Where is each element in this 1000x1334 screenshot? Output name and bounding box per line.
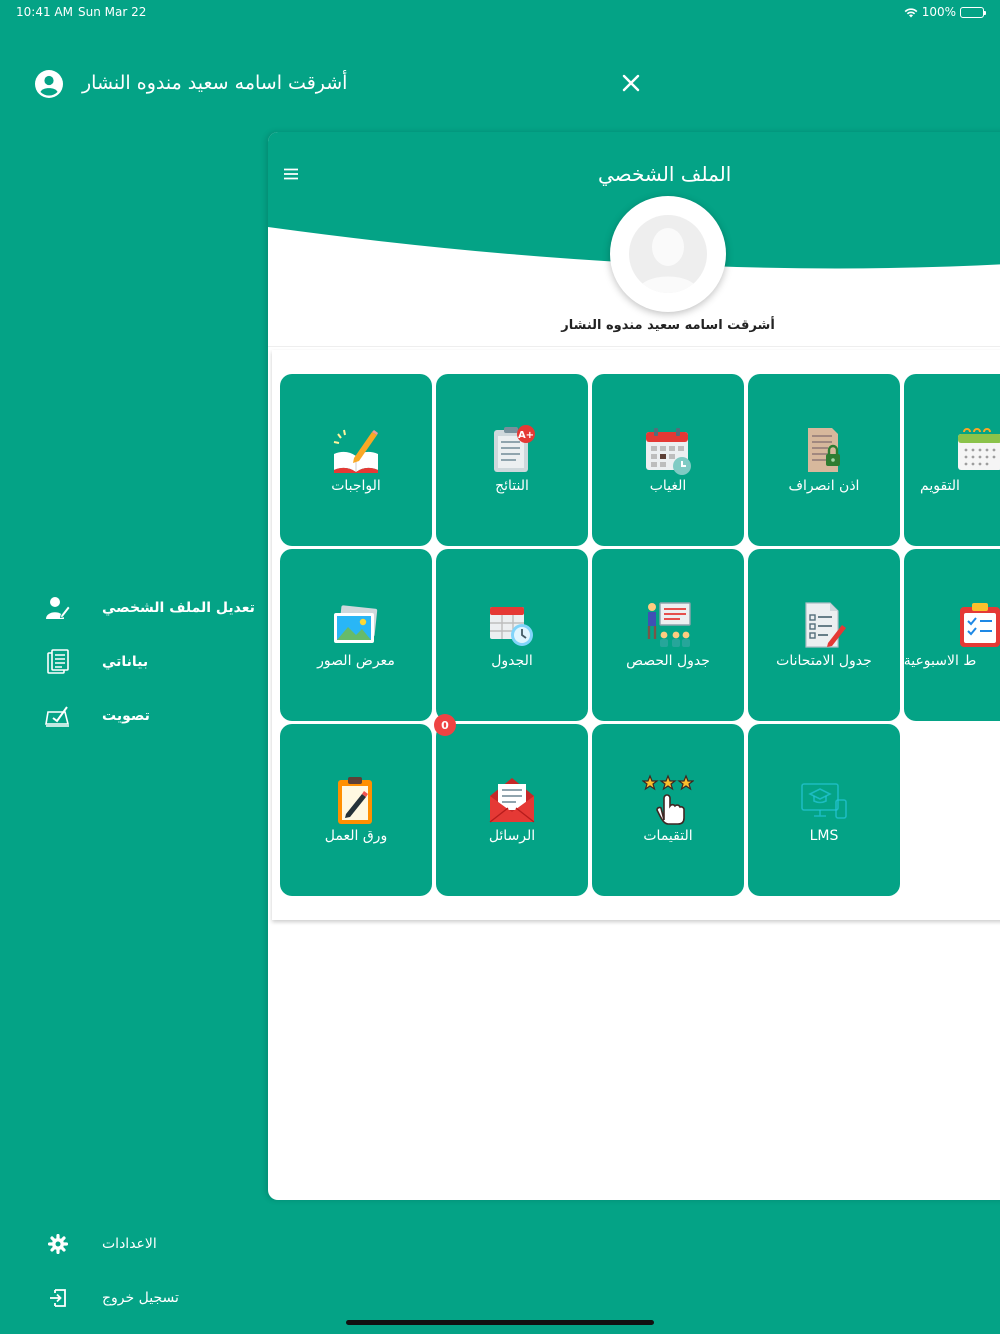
status-bar: 10:41 AM Sun Mar 22 100% [0, 0, 1000, 24]
menu-item-label: تصويت [102, 708, 150, 724]
tile-ratings[interactable]: التقيمات [592, 724, 744, 896]
gear-icon [44, 1230, 72, 1258]
divider [268, 346, 1000, 347]
tile-label: معرض الصور [317, 653, 395, 669]
page-title: الملف الشخصي [598, 162, 732, 186]
data-sheet-icon [44, 648, 72, 676]
battery-icon [960, 6, 986, 18]
status-time: 10:41 AM [16, 5, 73, 19]
tile-class-schedule[interactable]: جدول الحصص [592, 549, 744, 721]
drawer-header: أشرقت اسامه سعيد مندوه النشار [30, 60, 650, 110]
menu-item-settings[interactable]: الاعدادات [44, 1226, 264, 1262]
menu-item-label: تعديل الملف الشخصي [102, 600, 255, 616]
close-icon[interactable] [620, 72, 642, 94]
battery-percent: 100% [921, 5, 956, 19]
tile-label: الجدول [491, 653, 533, 669]
tile-lms[interactable]: LMS [748, 724, 900, 896]
wifi-icon [904, 7, 918, 17]
worksheet-icon [338, 777, 372, 824]
tile-label: ورق العمل [324, 828, 388, 844]
tile-label: التقويم [920, 478, 960, 494]
tile-label: الغياب [649, 478, 687, 494]
hamburger-menu-icon[interactable] [284, 168, 298, 180]
tile-photo-gallery[interactable]: معرض الصور [280, 549, 432, 721]
menu-item-vote[interactable]: تصويت [44, 698, 264, 734]
menu-item-label: تسجيل خروج [102, 1290, 179, 1306]
tile-exam-schedule[interactable]: جدول الامتحانات [748, 549, 900, 721]
tile-label: الرسائل [488, 828, 536, 844]
unread-count-badge: 0 [434, 714, 456, 736]
tile-results[interactable]: A+ النتائج [436, 374, 588, 546]
user-circle-icon [35, 70, 63, 98]
homework-icon [333, 429, 378, 473]
user-edit-icon [44, 594, 72, 622]
tile-leave-permission[interactable]: اذن انصراف [748, 374, 900, 546]
profile-name: أشرقت اسامه سعيد مندوه النشار [561, 318, 775, 333]
profile-screen: الملف الشخصي أشرقت اسامه سعيد مندوه النش… [268, 132, 1000, 1200]
svg-text:A+: A+ [518, 430, 534, 441]
menu-item-label: الاعدادات [102, 1236, 157, 1252]
messages-icon [489, 778, 535, 823]
tile-schedule[interactable]: الجدول [436, 549, 588, 721]
absence-calendar-icon [646, 428, 691, 475]
avatar[interactable] [610, 196, 726, 312]
vote-icon [44, 702, 72, 730]
tile-label: ط الاسبوعية [903, 653, 977, 669]
menu-item-label: بياناتي [102, 654, 149, 670]
tile-homework[interactable]: الواجبات [280, 374, 432, 546]
ratings-icon [642, 774, 694, 825]
avatar-placeholder-icon [637, 228, 699, 293]
drawer-user-name: أشرقت اسامه سعيد مندوه النشار [82, 72, 348, 94]
photo-gallery-icon [334, 605, 378, 643]
tile-label: LMS [809, 828, 839, 844]
results-icon: A+ [494, 425, 535, 472]
tile-label: النتائج [495, 478, 529, 494]
exam-schedule-icon [805, 602, 846, 648]
leave-permission-icon [808, 428, 840, 472]
status-date: Sun Mar 22 [78, 5, 147, 19]
schedule-icon [490, 607, 533, 646]
menu-item-logout[interactable]: تسجيل خروج [44, 1280, 264, 1316]
tile-calendar[interactable]: التقويم [904, 374, 1000, 546]
menu-item-my-data[interactable]: بياناتي [44, 644, 264, 680]
tile-absence[interactable]: الغياب [592, 374, 744, 546]
tile-label: التقيمات [643, 828, 693, 844]
calendar-icon [958, 428, 1000, 470]
home-indicator[interactable] [346, 1320, 654, 1325]
tile-label: الواجبات [331, 478, 381, 494]
weekly-plan-icon [960, 603, 1000, 647]
status-right: 100% [904, 5, 986, 19]
tile-worksheet[interactable]: ورق العمل [280, 724, 432, 896]
tile-messages[interactable]: الرسائل 0 [434, 714, 588, 896]
logout-icon [44, 1284, 72, 1312]
services-grid: الواجبات A+ النتائج الغياب اذن انصراف ال… [272, 350, 1000, 920]
lms-icon [801, 783, 847, 819]
class-schedule-icon [647, 602, 691, 647]
tile-label: جدول الحصص [626, 653, 710, 669]
menu-item-edit-profile[interactable]: تعديل الملف الشخصي [44, 590, 264, 626]
tile-weekly-plan[interactable]: ط الاسبوعية [904, 549, 1000, 721]
